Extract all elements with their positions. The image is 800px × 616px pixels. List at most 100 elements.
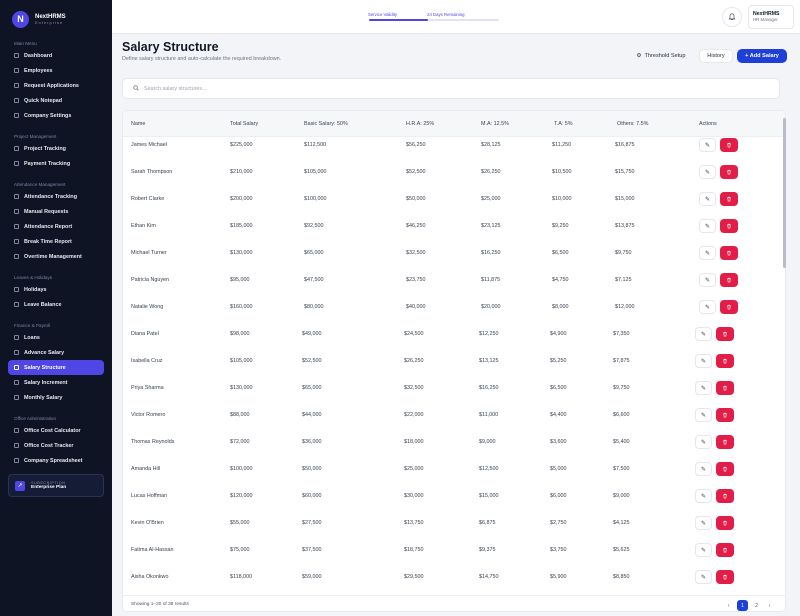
sidebar-item-salary-increment[interactable]: Salary Increment [0, 375, 112, 390]
search-input[interactable] [144, 85, 744, 92]
edit-icon[interactable]: ✎ [695, 435, 712, 449]
salary-cell: $9,750 [615, 250, 632, 256]
delete-icon[interactable] [720, 165, 738, 179]
delete-icon[interactable] [720, 192, 738, 206]
delete-icon[interactable] [716, 543, 734, 557]
sidebar-item-office-cost-tracker[interactable]: Office Cost Tracker [0, 438, 112, 453]
delete-icon[interactable] [716, 408, 734, 422]
edit-icon[interactable]: ✎ [699, 246, 716, 260]
table-row[interactable]: Diana Patel $98,000 $49,000 $24,500 $12,250 $… [123, 321, 785, 348]
prev-page-button[interactable]: ‹ [723, 600, 734, 611]
salary-table: Name Total Salary Basic Salary: 50% H.R.A: … [122, 110, 786, 612]
salary-cell: $5,400 [613, 439, 630, 445]
table-row[interactable]: Lucas Hoffman $120,000 $60,000 $30,000 $15,0… [123, 483, 785, 510]
table-row[interactable]: Natalie Wong $160,000 $80,000 $40,000 $20,00… [123, 294, 785, 321]
salary-cell: $100,000 [304, 196, 327, 202]
edit-icon[interactable]: ✎ [699, 300, 716, 314]
salary-cell: $5,900 [550, 574, 567, 580]
sidebar-item-advance-salary[interactable]: Advance Salary [0, 345, 112, 360]
table-row[interactable]: Robert Clarke $200,000 $100,000 $50,000 $25,… [123, 186, 785, 213]
sidebar-item-label: Company Spreadsheet [24, 457, 83, 464]
edit-icon[interactable]: ✎ [695, 408, 712, 422]
sidebar-item-attendance-tracking[interactable]: Attendance Tracking [0, 189, 112, 204]
table-row[interactable]: Kevin O'Brien $55,000 $27,500 $13,750 $6,875… [123, 510, 785, 537]
add-salary-label: + Add Salary [745, 53, 779, 59]
sidebar-item-salary-structure[interactable]: Salary Structure [8, 360, 104, 375]
edit-icon[interactable]: ✎ [699, 138, 716, 152]
salary-cell: $4,750 [552, 277, 569, 283]
edit-icon[interactable]: ✎ [695, 327, 712, 341]
salary-cell: $4,125 [613, 520, 630, 526]
edit-icon[interactable]: ✎ [699, 219, 716, 233]
edit-icon[interactable]: ✎ [695, 543, 712, 557]
subscription-plan-card[interactable]: ↗ SUBSCRIPTION Enterprise Plan [8, 474, 104, 497]
sidebar-item-label: Manual Requests [24, 208, 69, 215]
edit-icon[interactable]: ✎ [695, 381, 712, 395]
edit-icon[interactable]: ✎ [699, 192, 716, 206]
delete-icon[interactable] [720, 219, 738, 233]
page-button[interactable]: 2 [751, 600, 762, 611]
delete-icon[interactable] [716, 354, 734, 368]
edit-icon[interactable]: ✎ [695, 462, 712, 476]
sidebar-item-request-applications[interactable]: Request Applications [0, 78, 112, 93]
salary-cell: $52,500 [406, 169, 426, 175]
threshold-setup-button[interactable]: ⚙ Threshold Setup [630, 49, 692, 63]
sidebar-item-overtime-management[interactable]: Overtime Management [0, 249, 112, 264]
delete-icon[interactable] [716, 570, 734, 584]
page-button[interactable]: 1 [737, 600, 748, 611]
sidebar-item-loans[interactable]: Loans [0, 330, 112, 345]
sidebar-item-employees[interactable]: Employees [0, 63, 112, 78]
delete-icon[interactable] [716, 516, 734, 530]
sidebar-item-quick-notepad[interactable]: Quick Notepad [0, 93, 112, 108]
table-row[interactable]: Amanda Hill $100,000 $50,000 $25,000 $12,500… [123, 456, 785, 483]
history-button[interactable]: History [699, 49, 733, 63]
table-row[interactable]: Priya Sharma $130,000 $65,000 $32,500 $16,25… [123, 375, 785, 402]
table-row[interactable]: Victor Romero $88,000 $44,000 $22,000 $11,00… [123, 402, 785, 429]
delete-icon[interactable] [716, 381, 734, 395]
sidebar-item-project-tracking[interactable]: Project Tracking [0, 141, 112, 156]
delete-icon[interactable] [716, 489, 734, 503]
delete-icon[interactable] [720, 246, 738, 260]
delete-icon[interactable] [720, 300, 738, 314]
sidebar-item-attendance-report[interactable]: Attendance Report [0, 219, 112, 234]
sidebar-item-break-time-report[interactable]: Break Time Report [0, 234, 112, 249]
delete-icon[interactable] [720, 138, 738, 152]
edit-icon[interactable]: ✎ [695, 570, 712, 584]
sidebar-item-manual-requests[interactable]: Manual Requests [0, 204, 112, 219]
delete-icon[interactable] [716, 435, 734, 449]
brand[interactable]: N NextHRMS Enterprise [0, 0, 112, 30]
sidebar-item-dashboard[interactable]: Dashboard [0, 48, 112, 63]
edit-icon[interactable]: ✎ [699, 273, 716, 287]
edit-icon[interactable]: ✎ [699, 165, 716, 179]
sidebar-item-company-spreadsheet[interactable]: Company Spreadsheet [0, 453, 112, 468]
add-salary-button[interactable]: + Add Salary [737, 49, 787, 63]
table-row[interactable]: Sarah Thompson $210,000 $105,000 $52,500 $26… [123, 159, 785, 186]
sidebar-item-office-cost-calculator[interactable]: Office Cost Calculator [0, 423, 112, 438]
sidebar-item-company-settings[interactable]: Company Settings [0, 108, 112, 123]
sidebar-item-leave-balance[interactable]: Leave Balance [0, 297, 112, 312]
delete-icon[interactable] [716, 462, 734, 476]
table-row[interactable]: Aisha Okonkwo $118,000 $59,000 $29,500 $14,7… [123, 564, 785, 591]
edit-icon[interactable]: ✎ [695, 489, 712, 503]
table-row[interactable]: Patricia Nguyen $95,000 $47,500 $23,750 $11,… [123, 267, 785, 294]
search-bar[interactable] [122, 78, 780, 99]
delete-icon[interactable] [720, 273, 738, 287]
table-row[interactable]: James Michael $225,000 $112,500 $56,250 $28,… [123, 132, 785, 159]
bell-icon[interactable] [722, 7, 742, 27]
edit-icon[interactable]: ✎ [695, 354, 712, 368]
table-row[interactable]: Ethan Kim $185,000 $92,500 $46,250 $23,125 $9… [123, 213, 785, 240]
sidebar-item-monthly-salary[interactable]: Monthly Salary [0, 390, 112, 405]
next-page-button[interactable]: › [764, 600, 775, 611]
table-row[interactable]: Isabella Cruz $105,000 $52,500 $26,250 $13,1… [123, 348, 785, 375]
delete-icon[interactable] [716, 327, 734, 341]
edit-icon[interactable]: ✎ [695, 516, 712, 530]
scrollbar[interactable] [783, 110, 787, 612]
table-row[interactable]: Thomas Reynolds $72,000 $36,000 $18,000 $9,0… [123, 429, 785, 456]
scrollbar-thumb[interactable] [783, 118, 786, 268]
table-row[interactable]: Fatima Al-Hassan $75,000 $37,500 $18,750 $9,… [123, 537, 785, 564]
sidebar-item-holidays[interactable]: Holidays [0, 282, 112, 297]
user-menu[interactable]: NextHRMS HR Manager [748, 5, 794, 29]
sidebar-item-payment-tracking[interactable]: Payment Tracking [0, 156, 112, 171]
table-row[interactable]: Michael Turner $130,000 $65,000 $32,500 $16,… [123, 240, 785, 267]
salary-cell: $55,000 [230, 520, 250, 526]
